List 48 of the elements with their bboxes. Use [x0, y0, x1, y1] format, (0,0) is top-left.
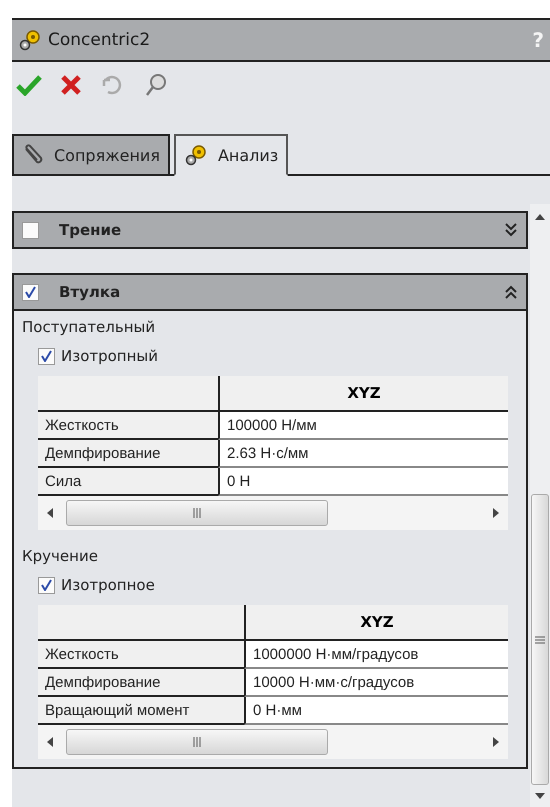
checkbox[interactable]: [22, 284, 39, 300]
scroll-up-icon[interactable]: [535, 214, 545, 220]
gear-icon: [18, 28, 42, 52]
scroll-thumb[interactable]: [531, 494, 549, 785]
window-title: Concentric2: [48, 30, 152, 50]
checkbox[interactable]: [22, 222, 39, 238]
grip-icon: [535, 634, 545, 644]
grip-icon: [192, 737, 202, 747]
scroll-right-icon[interactable]: [492, 508, 500, 518]
header-cell: XYZ: [218, 376, 508, 412]
checkbox[interactable]: [38, 576, 55, 594]
header-cell: XYZ: [244, 605, 508, 641]
table-cell: Жесткость: [38, 641, 244, 669]
scroll-left-icon[interactable]: [46, 737, 54, 747]
group-title: Поступательный: [22, 317, 156, 338]
scroll-thumb[interactable]: [66, 500, 328, 526]
checkbox-label: Изотропное: [61, 576, 155, 594]
checkbox[interactable]: [38, 348, 55, 364]
close-icon[interactable]: [60, 74, 82, 96]
table-cell: Вращающий момент: [38, 697, 244, 725]
collapse-icon[interactable]: [504, 284, 518, 300]
vertical-scrollbar[interactable]: [530, 204, 550, 807]
table-cell[interactable]: 0 Н: [218, 468, 508, 496]
checkbox-label: Изотропный: [61, 347, 158, 365]
table-cell: Демпфирование: [38, 440, 218, 468]
table-cell[interactable]: 2.63 Н·с/мм: [218, 440, 508, 468]
scroll-right-icon[interactable]: [492, 737, 500, 747]
table-cell: Демпфирование: [38, 669, 244, 697]
section-header[interactable]: Трение: [12, 211, 528, 249]
ok-icon[interactable]: [16, 74, 42, 96]
scroll-down-icon[interactable]: [535, 793, 545, 799]
grip-icon: [192, 508, 202, 518]
tab[interactable]: Сопряжения: [12, 134, 170, 174]
table-cell: Жесткость: [38, 412, 218, 440]
group-title: Кручение: [22, 546, 99, 567]
table-cell: Сила: [38, 468, 218, 496]
section-title: Трение: [59, 221, 122, 239]
table-cell[interactable]: 100000 Н/мм: [218, 412, 508, 440]
table-cell[interactable]: 1000000 Н·мм/градусов: [244, 641, 508, 669]
table-cell[interactable]: 0 Н·мм: [244, 697, 508, 725]
scroll-thumb[interactable]: [66, 729, 328, 755]
expand-icon[interactable]: [504, 222, 518, 238]
table-cell[interactable]: 10000 Н·мм·с/градусов: [244, 669, 508, 697]
scroll-left-icon[interactable]: [46, 508, 54, 518]
section-title: Втулка: [59, 283, 122, 301]
gear-icon: [184, 143, 208, 167]
section-header[interactable]: Втулка: [12, 273, 528, 311]
tab[interactable]: Анализ: [174, 134, 288, 176]
